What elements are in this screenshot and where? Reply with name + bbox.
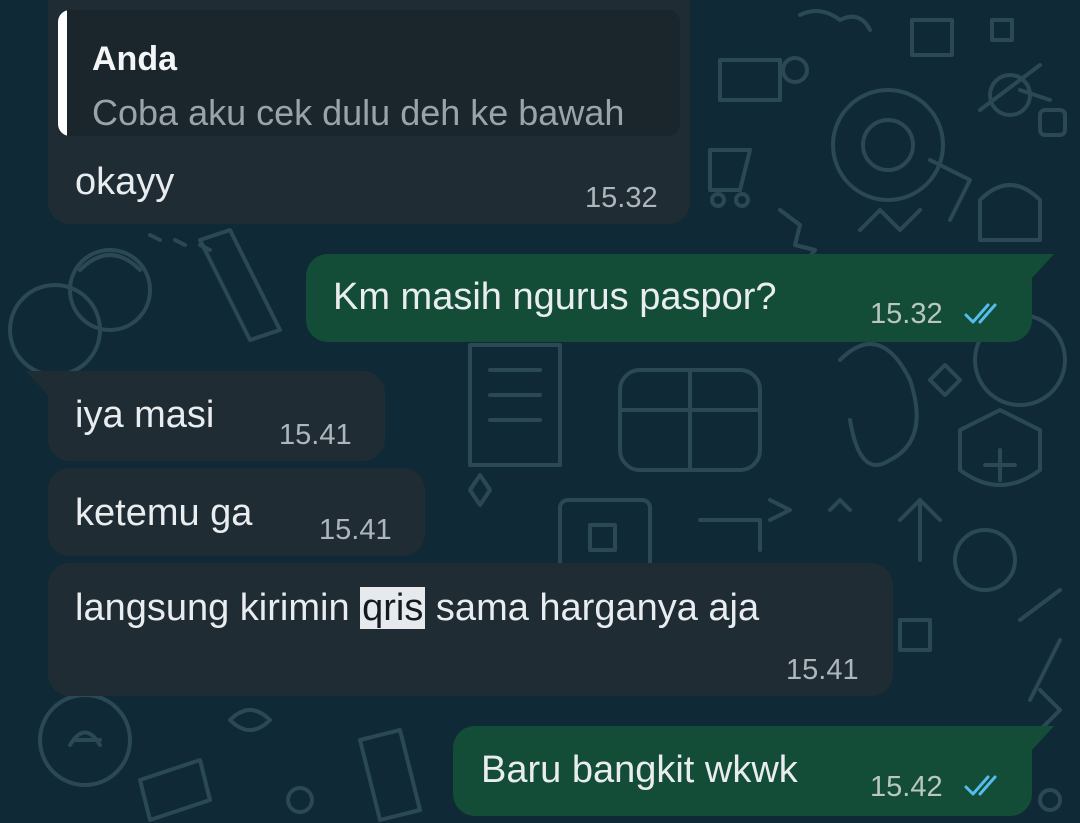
reply-quote[interactable]: Anda Coba aku cek dulu deh ke bawah	[58, 10, 680, 136]
reply-quote-text: Coba aku cek dulu deh ke bawah	[92, 92, 625, 133]
message-bubble-outgoing[interactable]: Km masih ngurus paspor? 15.32	[306, 254, 1032, 342]
message-timestamp: 15.41	[319, 514, 392, 546]
message-text: iya masi	[75, 394, 215, 436]
double-check-read-icon	[964, 775, 997, 796]
reply-quote-author: Anda	[92, 40, 177, 78]
message-timestamp: 15.41	[279, 419, 352, 451]
message-text-part: langsung kirimin	[75, 587, 361, 629]
double-check-read-icon	[964, 303, 997, 324]
message-bubble-incoming[interactable]: Anda Coba aku cek dulu deh ke bawah okay…	[48, 0, 690, 224]
message-text: Km masih ngurus paspor?	[333, 276, 777, 318]
message-bubble-incoming[interactable]: iya masi 15.41	[48, 371, 385, 461]
message-timestamp: 15.42	[870, 771, 943, 803]
message-text-part: sama harganya aja	[425, 587, 760, 629]
message-text: ketemu ga	[75, 492, 253, 534]
message-bubble-outgoing[interactable]: Baru bangkit wkwk 15.42	[453, 726, 1032, 816]
message-text: Baru bangkit wkwk	[481, 749, 798, 791]
message-text: okayy	[75, 161, 175, 203]
message-timestamp: 15.32	[870, 298, 943, 330]
message-timestamp: 15.32	[585, 182, 658, 214]
reply-quote-bar	[58, 10, 67, 136]
selected-text-highlight[interactable]: qris	[360, 587, 426, 629]
message-text: langsung kirimin qris sama harganya aja	[75, 587, 760, 629]
message-bubble-incoming[interactable]: ketemu ga 15.41	[48, 468, 425, 556]
message-timestamp: 15.41	[786, 654, 859, 686]
message-bubble-incoming[interactable]: langsung kirimin qris sama harganya aja …	[48, 563, 893, 696]
